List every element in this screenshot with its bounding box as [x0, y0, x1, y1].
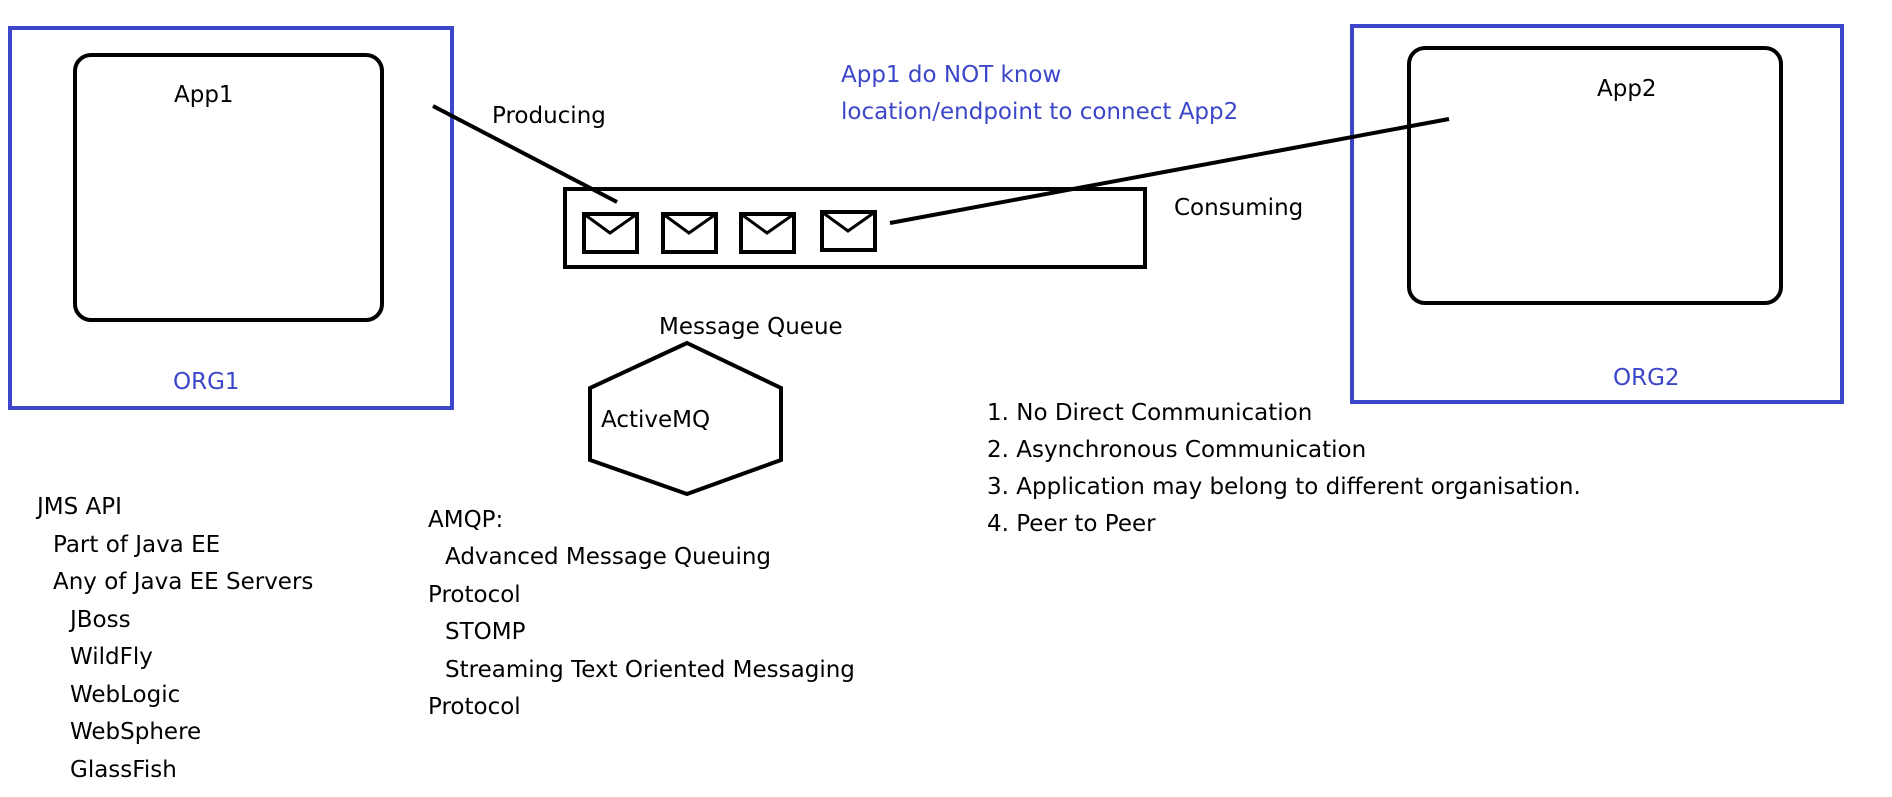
org1-label: ORG1 — [173, 369, 240, 395]
envelope-icon — [739, 212, 796, 254]
org2-label: ORG2 — [1613, 365, 1680, 391]
jms-title: JMS API — [35, 494, 122, 520]
message-queue-caption: Message Queue — [659, 314, 843, 340]
consuming-label: Consuming — [1174, 195, 1303, 221]
point-3: 3. Application may belong to different o… — [987, 474, 1581, 500]
jms-server: WildFly — [70, 644, 153, 670]
jms-server: JBoss — [68, 607, 131, 633]
app2-box — [1407, 46, 1783, 305]
jms-item: Any of Java EE Servers — [53, 569, 313, 595]
amqp-title: AMQP: — [428, 507, 503, 533]
amqp-desc: Advanced Message Queuing — [445, 544, 771, 570]
note-line-1: App1 do NOT know — [841, 62, 1061, 88]
app1-label: App1 — [174, 82, 234, 108]
jms-server: WebSphere — [70, 719, 201, 745]
note-line-2: location/endpoint to connect App2 — [841, 99, 1238, 125]
envelope-icon — [582, 212, 639, 254]
envelope-icon — [661, 212, 718, 254]
amqp-protocol: Protocol — [428, 582, 521, 608]
message-queue-box — [563, 187, 1147, 269]
jms-item: Part of Java EE — [53, 532, 220, 558]
producing-label: Producing — [492, 103, 606, 129]
point-4: 4. Peer to Peer — [987, 511, 1156, 537]
consuming-connector — [889, 117, 1450, 225]
point-1: 1. No Direct Communication — [987, 400, 1312, 426]
jms-server: GlassFish — [70, 757, 177, 783]
app2-label: App2 — [1597, 76, 1657, 102]
stomp-title: STOMP — [445, 619, 526, 645]
envelope-icon — [820, 210, 877, 252]
activemq-label: ActiveMQ — [601, 407, 710, 433]
stomp-desc: Streaming Text Oriented Messaging — [445, 657, 855, 683]
point-2: 2. Asynchronous Communication — [987, 437, 1366, 463]
stomp-protocol: Protocol — [428, 694, 521, 720]
jms-server: WebLogic — [70, 682, 180, 708]
messaging-diagram: App1 ORG1 App2 ORG2 Producing Consuming … — [8, 24, 1844, 783]
